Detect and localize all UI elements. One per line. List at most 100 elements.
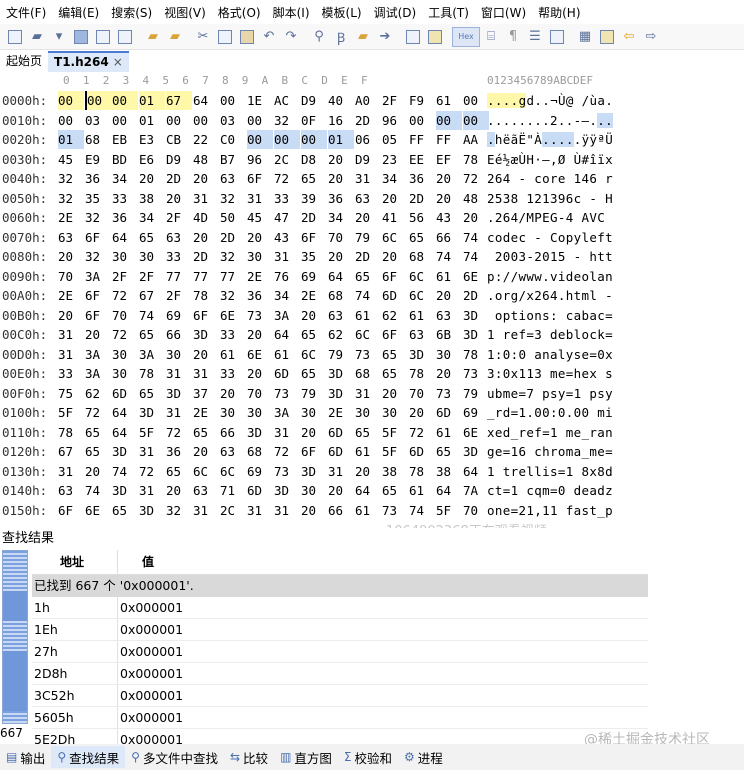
hex-byte[interactable]: 30 <box>301 403 327 422</box>
hex-byte[interactable]: 03 <box>220 111 246 130</box>
hex-byte[interactable]: 36 <box>247 286 273 305</box>
hex-byte[interactable]: 71 <box>220 481 246 500</box>
hex-byte[interactable]: 31 <box>274 423 300 442</box>
folder-open-icon[interactable]: ▰ <box>164 27 186 47</box>
hex-byte[interactable]: 77 <box>166 267 192 286</box>
ascii-text[interactable]: .org/x264.html - <box>487 286 613 305</box>
hex-byte[interactable]: 4D <box>193 208 219 227</box>
hex-byte[interactable]: 00 <box>247 111 273 130</box>
hex-byte[interactable]: 23 <box>382 150 408 169</box>
hex-byte[interactable]: 20 <box>382 189 408 208</box>
hex-byte[interactable]: 31 <box>193 520 219 522</box>
hex-byte[interactable]: 32 <box>274 111 300 130</box>
hex-byte[interactable]: 5F <box>139 423 165 442</box>
hex-byte[interactable]: 68 <box>274 520 300 522</box>
ascii-text[interactable]: ....gd..¬Ù@ /ùa. <box>487 91 613 110</box>
hex-byte[interactable]: 61 <box>409 481 435 500</box>
hex-byte[interactable]: 68 <box>328 286 354 305</box>
hex-byte[interactable]: 37 <box>193 384 219 403</box>
hex-byte[interactable]: 2D <box>166 169 192 188</box>
hex-byte[interactable]: 20 <box>220 520 246 522</box>
find-replace-icon[interactable]: Ꞵ <box>330 27 352 47</box>
layout-icon[interactable] <box>546 27 568 47</box>
hex-byte[interactable]: 67 <box>166 91 192 110</box>
hex-byte[interactable]: 31 <box>166 364 192 383</box>
hex-byte[interactable]: 3A <box>85 345 111 364</box>
hex-byte[interactable]: 73 <box>382 501 408 520</box>
hex-byte[interactable]: 2E <box>301 286 327 305</box>
hex-byte[interactable]: 35 <box>301 247 327 266</box>
menu-item[interactable]: 编辑(E) <box>52 4 105 21</box>
table-row[interactable]: 1Eh 0x000001 <box>32 619 648 641</box>
hex-byte[interactable]: 30 <box>220 403 246 422</box>
hex-byte[interactable]: 61 <box>355 501 381 520</box>
hex-byte[interactable]: 6F <box>301 228 327 247</box>
hex-byte[interactable]: 72 <box>112 286 138 305</box>
find-in-files-icon[interactable]: ▰ <box>352 27 374 47</box>
hex-byte[interactable]: 65 <box>301 364 327 383</box>
hex-byte[interactable]: 63 <box>247 520 273 522</box>
hex-byte[interactable]: 6E <box>220 306 246 325</box>
hex-byte[interactable]: FF <box>436 130 462 149</box>
hex-byte[interactable]: 16 <box>328 111 354 130</box>
bottom-tab-output[interactable]: ▤ 输出 <box>0 746 51 768</box>
hex-byte[interactable]: 3A <box>274 403 300 422</box>
hex-byte[interactable]: 69 <box>463 403 489 422</box>
hex-byte[interactable]: 20 <box>193 228 219 247</box>
hex-byte[interactable]: 72 <box>409 423 435 442</box>
hex-byte[interactable]: 6E <box>463 423 489 442</box>
hex-byte[interactable]: 3A <box>274 306 300 325</box>
hex-byte[interactable]: 65 <box>436 442 462 461</box>
hex-byte[interactable]: 00 <box>112 111 138 130</box>
hex-byte[interactable]: 6F <box>382 267 408 286</box>
hex-byte[interactable]: 5F <box>58 403 84 422</box>
hex-byte[interactable]: 65 <box>382 364 408 383</box>
hex-byte[interactable]: 33 <box>166 247 192 266</box>
hex-byte[interactable]: 6D <box>328 442 354 461</box>
hex-byte[interactable]: 34 <box>274 286 300 305</box>
hex-byte[interactable]: 79 <box>463 384 489 403</box>
hex-byte[interactable]: 47 <box>274 208 300 227</box>
copy-window-icon[interactable] <box>114 27 136 47</box>
hex-byte[interactable]: 79 <box>355 228 381 247</box>
hex-byte[interactable]: 72 <box>85 403 111 422</box>
hex-byte[interactable]: 69 <box>166 306 192 325</box>
hex-byte[interactable]: 6F <box>58 501 84 520</box>
hex-byte[interactable]: 5F <box>436 501 462 520</box>
table-row[interactable]: 27h 0x000001 <box>32 641 648 663</box>
hex-byte[interactable]: 74 <box>409 501 435 520</box>
back-icon[interactable]: ⇦ <box>618 27 640 47</box>
hex-byte[interactable]: 72 <box>166 423 192 442</box>
hex-byte[interactable]: 65 <box>382 345 408 364</box>
hex-byte[interactable]: 64 <box>274 325 300 344</box>
hex-byte[interactable]: EE <box>409 150 435 169</box>
hex-byte[interactable]: 65 <box>85 442 111 461</box>
hex-byte[interactable]: 69 <box>112 520 138 522</box>
hex-byte[interactable]: 34 <box>112 169 138 188</box>
hex-byte[interactable]: 30 <box>247 403 273 422</box>
hex-byte[interactable]: 6E <box>247 345 273 364</box>
hex-byte[interactable]: 31 <box>193 501 219 520</box>
hex-byte[interactable]: 31 <box>328 462 354 481</box>
hex-byte[interactable]: 79 <box>328 345 354 364</box>
hex-byte[interactable]: 31 <box>247 501 273 520</box>
hex-byte[interactable]: 20 <box>193 169 219 188</box>
hex-byte[interactable]: 31 <box>247 189 273 208</box>
hex-byte[interactable]: 2C <box>220 501 246 520</box>
hex-byte[interactable]: 74 <box>112 462 138 481</box>
hex-byte[interactable]: 68 <box>409 247 435 266</box>
hex-byte[interactable]: 36 <box>112 208 138 227</box>
copy-icon[interactable] <box>214 27 236 47</box>
hex-byte[interactable]: 75 <box>58 384 84 403</box>
table-row[interactable]: 3C52h 0x000001 <box>32 685 648 707</box>
redo-icon[interactable]: ↷ <box>280 27 302 47</box>
forward-icon[interactable]: ⇨ <box>640 27 662 47</box>
hex-byte[interactable]: 78 <box>139 364 165 383</box>
hex-byte[interactable]: E6 <box>139 150 165 169</box>
hex-byte[interactable]: 2F <box>166 208 192 227</box>
hex-byte[interactable]: D8 <box>301 150 327 169</box>
hex-byte[interactable]: 70 <box>139 520 165 522</box>
hex-byte[interactable]: 2F <box>139 267 165 286</box>
hex-byte[interactable]: EF <box>436 150 462 169</box>
hex-byte[interactable]: 73 <box>58 520 84 522</box>
